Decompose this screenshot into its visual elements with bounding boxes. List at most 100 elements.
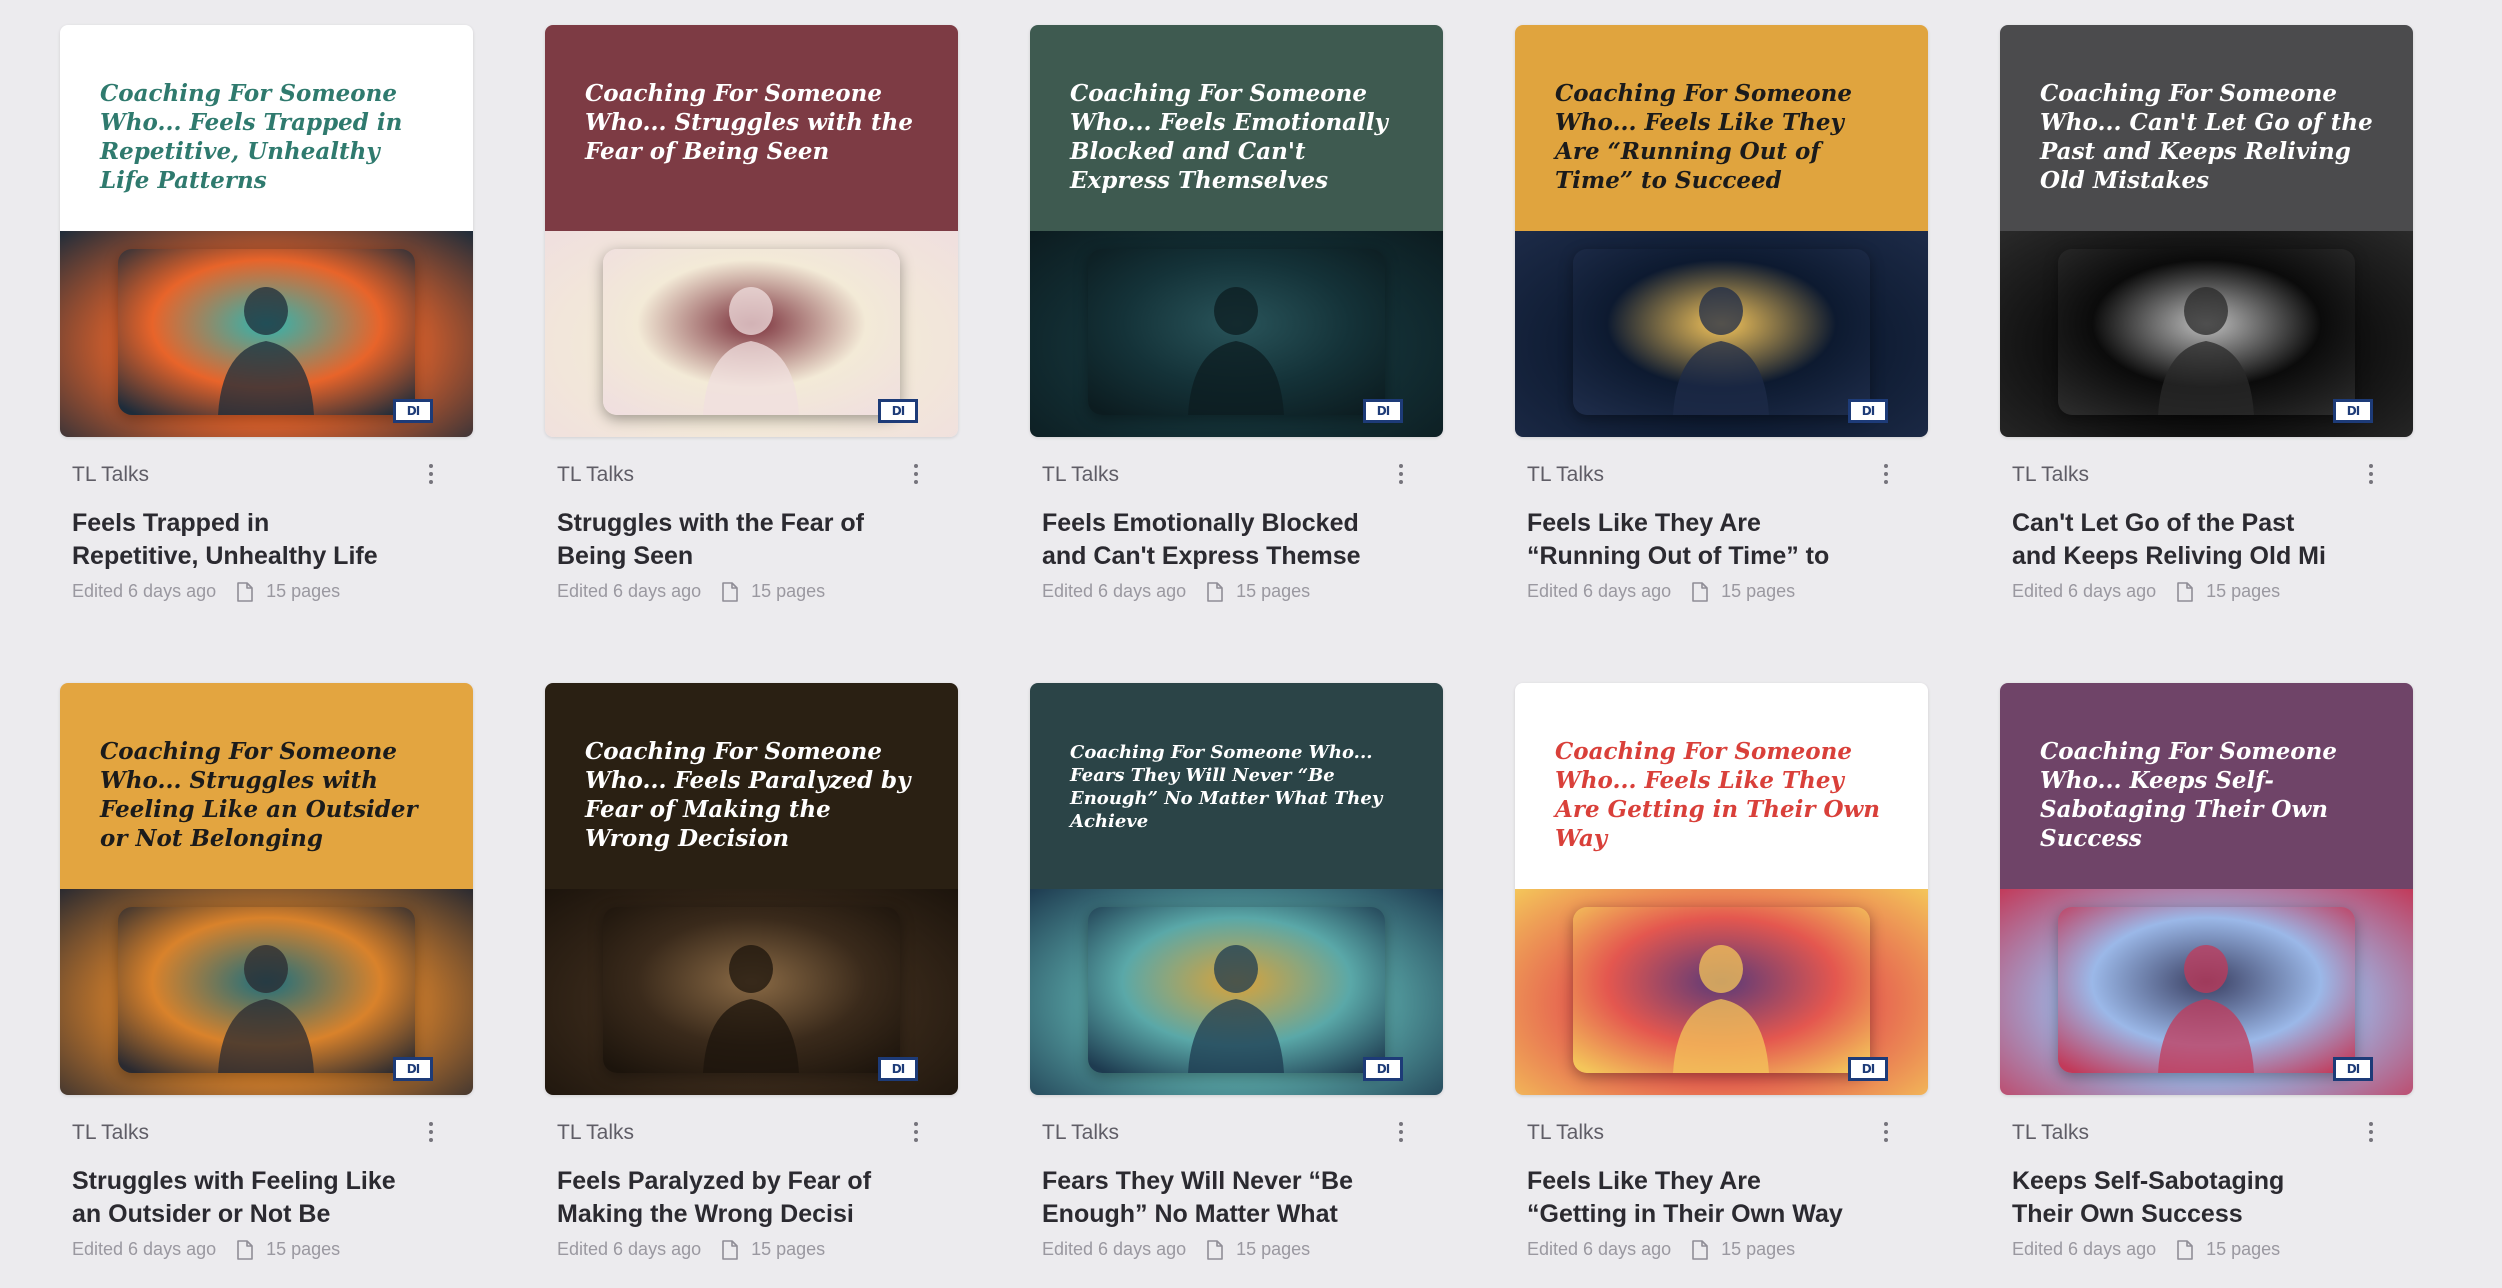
card-thumbnail[interactable]: Coaching For Someone Who... Feels Like T… xyxy=(1515,683,1928,1095)
document-icon xyxy=(236,581,254,602)
document-icon xyxy=(1206,1239,1224,1260)
card-title[interactable]: Struggles with Feeling Like an Outsider … xyxy=(72,1165,402,1231)
card-info: Edited 6 days ago 15 pages xyxy=(1527,581,1928,602)
document-icon xyxy=(1206,581,1224,602)
stage-curtain-silhouette-illustration xyxy=(603,249,900,415)
cover-art-band: DI xyxy=(1030,231,1443,437)
presentation-card[interactable]: Coaching For Someone Who... Feels Paraly… xyxy=(545,683,958,1260)
two-people-street-photo xyxy=(118,907,415,1073)
channel-name: TL Talks xyxy=(2012,1121,2090,1144)
presentation-card[interactable]: Coaching For Someone Who... Feels Trappe… xyxy=(60,25,473,602)
card-thumbnail[interactable]: Coaching For Someone Who... Keeps Self-S… xyxy=(2000,683,2413,1095)
presentation-card[interactable]: Coaching For Someone Who... Can't Let Go… xyxy=(2000,25,2413,602)
card-thumbnail[interactable]: Coaching For Someone Who... Feels Trappe… xyxy=(60,25,473,437)
edited-time: Edited 6 days ago xyxy=(1527,1239,1672,1259)
card-title[interactable]: Keeps Self-Sabotaging Their Own Success xyxy=(2012,1165,2342,1231)
card-title[interactable]: Feels Trapped in Repetitive, Unhealthy L… xyxy=(72,507,402,573)
maze-mirror-illustration xyxy=(1573,907,1870,1073)
cover-title: Coaching For Someone Who... Feels Like T… xyxy=(1555,738,1881,852)
brand-logo: DI xyxy=(1363,1057,1403,1081)
cover-art-band: DI xyxy=(2000,231,2413,437)
cover-header: Coaching For Someone Who... Feels Like T… xyxy=(1515,25,1928,231)
channel-name: TL Talks xyxy=(72,463,150,486)
document-icon xyxy=(721,581,739,602)
presentation-card[interactable]: Coaching For Someone Who... Feels Like T… xyxy=(1515,25,1928,602)
card-title[interactable]: Feels Like They Are “Running Out of Time… xyxy=(1527,507,1857,573)
cover-header: Coaching For Someone Who... Struggles wi… xyxy=(60,683,473,889)
cover-header: Coaching For Someone Who... Struggles wi… xyxy=(545,25,958,231)
card-thumbnail[interactable]: Coaching For Someone Who... Feels Paraly… xyxy=(545,683,958,1095)
card-thumbnail[interactable]: Coaching For Someone Who... Feels Like T… xyxy=(1515,25,1928,437)
card-title[interactable]: Struggles with the Fear of Being Seen xyxy=(557,507,887,573)
more-options-icon[interactable] xyxy=(906,461,926,487)
cover-title: Coaching For Someone Who... Feels Emotio… xyxy=(1070,80,1388,194)
card-thumbnail[interactable]: Coaching For Someone Who... Feels Emotio… xyxy=(1030,25,1443,437)
edited-time: Edited 6 days ago xyxy=(1042,581,1187,601)
card-meta-row: TL Talks xyxy=(60,1095,473,1144)
channel-name: TL Talks xyxy=(2012,463,2090,486)
forest-crossroads-photo xyxy=(603,907,900,1073)
cover-art-band: DI xyxy=(2000,889,2413,1095)
card-info: Edited 6 days ago 15 pages xyxy=(72,1239,473,1260)
presentation-card[interactable]: Coaching For Someone Who... Struggles wi… xyxy=(545,25,958,602)
more-options-icon[interactable] xyxy=(2361,461,2381,487)
card-info: Edited 6 days ago 15 pages xyxy=(1527,1239,1928,1260)
cover-header: Coaching For Someone Who... Feels Paraly… xyxy=(545,683,958,889)
cover-title: Coaching For Someone Who... Struggles wi… xyxy=(585,80,913,165)
presentation-card[interactable]: Coaching For Someone Who... Fears They W… xyxy=(1030,683,1443,1260)
more-options-icon[interactable] xyxy=(1876,1119,1896,1145)
more-options-icon[interactable] xyxy=(1391,461,1411,487)
channel-name: TL Talks xyxy=(1527,463,1605,486)
cover-header: Coaching For Someone Who... Feels Like T… xyxy=(1515,683,1928,889)
card-meta-row: TL Talks xyxy=(1030,437,1443,486)
cover-title: Coaching For Someone Who... Fears They W… xyxy=(1070,742,1383,832)
document-icon xyxy=(2176,581,2194,602)
card-thumbnail[interactable]: Coaching For Someone Who... Can't Let Go… xyxy=(2000,25,2413,437)
cover-title: Coaching For Someone Who... Struggles wi… xyxy=(100,738,418,852)
brand-logo: DI xyxy=(1363,399,1403,423)
card-title[interactable]: Feels Emotionally Blocked and Can't Expr… xyxy=(1042,507,1372,573)
edited-time: Edited 6 days ago xyxy=(1042,1239,1187,1259)
more-options-icon[interactable] xyxy=(1876,461,1896,487)
more-options-icon[interactable] xyxy=(1391,1119,1411,1145)
card-meta-row: TL Talks xyxy=(545,1095,958,1144)
card-info: Edited 6 days ago 15 pages xyxy=(2012,1239,2413,1260)
document-icon xyxy=(721,1239,739,1260)
channel-name: TL Talks xyxy=(1042,1121,1120,1144)
presentation-card[interactable]: Coaching For Someone Who... Feels Emotio… xyxy=(1030,25,1443,602)
card-info: Edited 6 days ago 15 pages xyxy=(1042,1239,1443,1260)
card-info: Edited 6 days ago 15 pages xyxy=(2012,581,2413,602)
card-info: Edited 6 days ago 15 pages xyxy=(557,1239,958,1260)
presentation-card[interactable]: Coaching For Someone Who... Keeps Self-S… xyxy=(2000,683,2413,1260)
cover-art-band: DI xyxy=(1515,889,1928,1095)
more-options-icon[interactable] xyxy=(421,1119,441,1145)
presentation-card[interactable]: Coaching For Someone Who... Struggles wi… xyxy=(60,683,473,1260)
card-title[interactable]: Feels Like They Are “Getting in Their Ow… xyxy=(1527,1165,1857,1231)
presentation-grid: Coaching For Someone Who... Feels Trappe… xyxy=(0,0,2502,1288)
card-thumbnail[interactable]: Coaching For Someone Who... Struggles wi… xyxy=(60,683,473,1095)
page-count: 15 pages xyxy=(1721,1239,1796,1259)
woman-at-desk-photo xyxy=(2058,907,2355,1073)
card-meta-row: TL Talks xyxy=(2000,437,2413,486)
boy-in-corridor-illustration xyxy=(118,249,415,415)
more-options-icon[interactable] xyxy=(2361,1119,2381,1145)
page-count: 15 pages xyxy=(1236,581,1311,601)
card-thumbnail[interactable]: Coaching For Someone Who... Fears They W… xyxy=(1030,683,1443,1095)
page-count: 15 pages xyxy=(751,581,826,601)
card-title[interactable]: Fears They Will Never “Be Enough” No Mat… xyxy=(1042,1165,1372,1231)
cover-art-band: DI xyxy=(545,231,958,437)
more-options-icon[interactable] xyxy=(421,461,441,487)
channel-name: TL Talks xyxy=(72,1121,150,1144)
more-options-icon[interactable] xyxy=(906,1119,926,1145)
hourglass-door-illustration xyxy=(1573,249,1870,415)
edited-time: Edited 6 days ago xyxy=(72,581,217,601)
cover-header: Coaching For Someone Who... Can't Let Go… xyxy=(2000,25,2413,231)
cover-art-band: DI xyxy=(545,889,958,1095)
card-thumbnail[interactable]: Coaching For Someone Who... Struggles wi… xyxy=(545,25,958,437)
page-count: 15 pages xyxy=(266,1239,341,1259)
presentation-card[interactable]: Coaching For Someone Who... Feels Like T… xyxy=(1515,683,1928,1260)
card-title[interactable]: Can't Let Go of the Past and Keeps Reliv… xyxy=(2012,507,2342,573)
brand-logo: DI xyxy=(878,399,918,423)
brand-logo: DI xyxy=(2333,399,2373,423)
card-title[interactable]: Feels Paralyzed by Fear of Making the Wr… xyxy=(557,1165,887,1231)
